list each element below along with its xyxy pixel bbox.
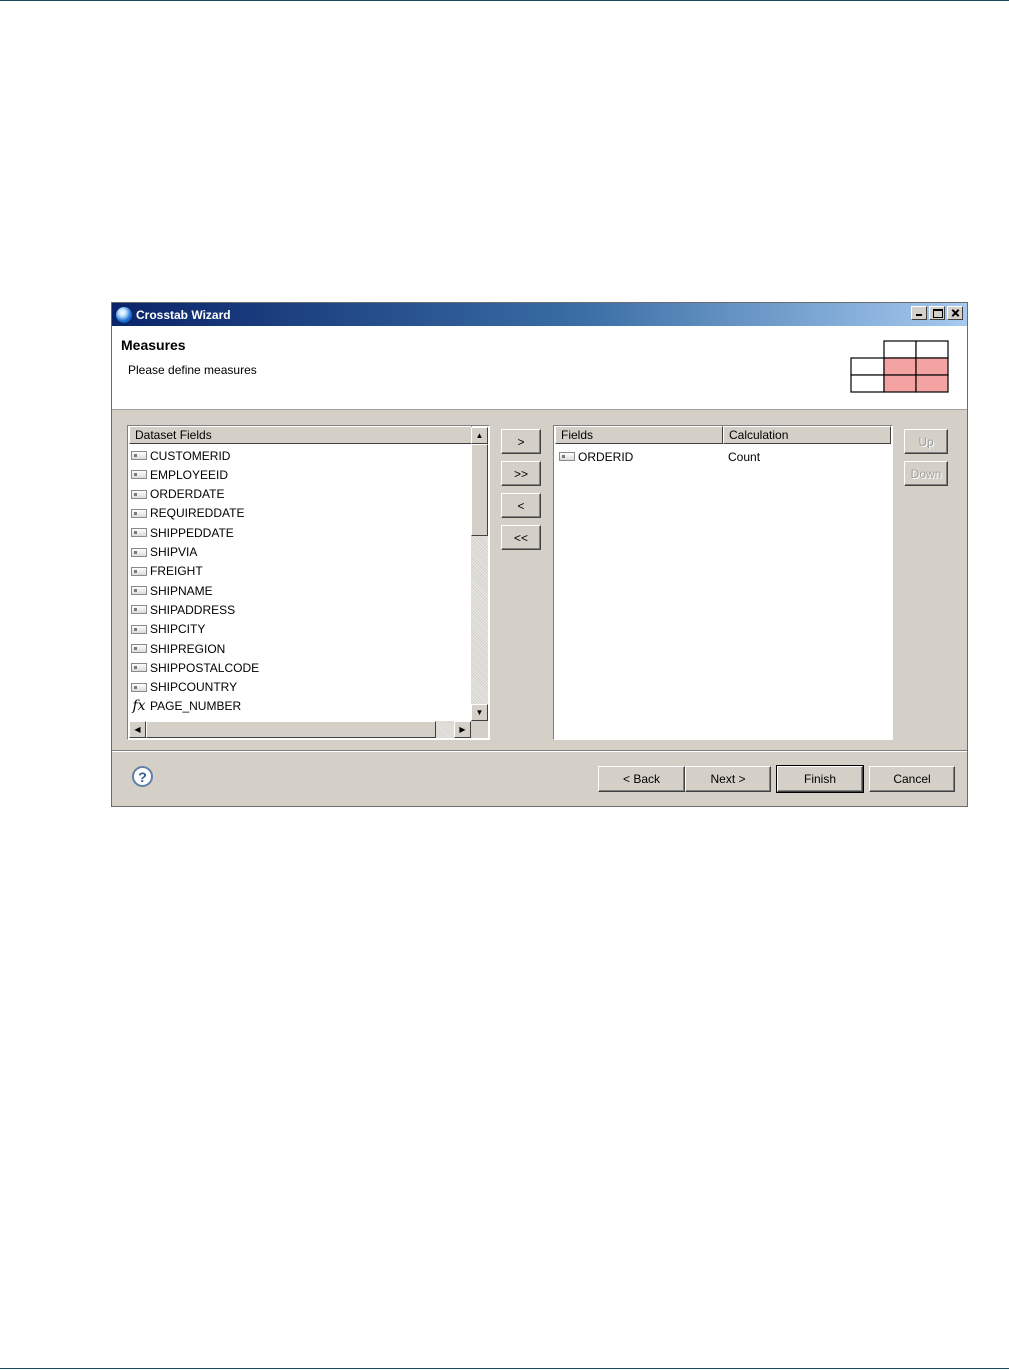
window-title: Crosstab Wizard [136,307,231,322]
list-item-label: REQUIREDDATE [150,506,245,521]
list-item[interactable]: CUSTOMERID [131,446,451,465]
fields-column-header[interactable]: Fields [555,426,723,444]
vertical-scroll-thumb[interactable] [471,444,488,536]
list-item-label: EMPLOYEEID [150,467,229,482]
help-icon[interactable]: ? [132,766,153,787]
measures-table[interactable]: Fields Calculation ORDERID Count [553,425,893,740]
list-item[interactable]: REQUIREDDATE [131,504,451,523]
minimize-button[interactable] [911,306,927,320]
list-item-label: ORDERDATE [150,487,225,502]
table-row[interactable]: ORDERID Count [559,447,889,466]
calculation-column-header[interactable]: Calculation [723,426,891,444]
field-icon [131,682,147,692]
crosstab-grid-icon [850,340,949,393]
dataset-fields-header[interactable]: Dataset Fields [129,426,472,444]
list-item-label: SHIPCOUNTRY [150,680,238,695]
cancel-button[interactable]: Cancel [869,766,955,792]
list-item[interactable]: FREIGHT [131,562,451,581]
app-icon [116,306,132,323]
page-top-rule [0,0,1009,1]
move-up-button[interactable]: Up [904,429,948,454]
field-icon [559,452,575,461]
list-item[interactable]: SHIPPOSTALCODE [131,658,451,677]
field-icon [131,489,147,499]
title-bar[interactable]: Crosstab Wizard [112,303,967,326]
add-all-fields-button[interactable]: >> [501,461,541,486]
list-item[interactable]: fx PAGE_NUMBER [131,697,451,716]
list-item[interactable]: SHIPREGION [131,639,451,658]
scroll-down-arrow-icon[interactable]: ▼ [471,704,488,721]
field-icon [131,547,147,557]
page-description: Please define measures [128,363,257,377]
dataset-fields-list[interactable]: Dataset Fields CUSTOMERID EMPLOYEEID ORDER… [127,425,490,740]
page-bottom-rule [0,1368,1009,1369]
list-item[interactable]: SHIPNAME [131,581,451,600]
next-button[interactable]: Next > [685,766,771,792]
list-item-label: PAGE_NUMBER [150,699,242,714]
field-icon [131,644,147,653]
list-item-label: SHIPPOSTALCODE [150,660,260,675]
back-button[interactable]: < Back [598,766,685,792]
field-icon [131,508,147,518]
measure-field: ORDERID [578,449,634,464]
list-item-label: SHIPADDRESS [150,602,236,617]
scroll-up-arrow-icon[interactable]: ▲ [471,427,488,444]
list-item[interactable]: SHIPCITY [131,620,451,639]
field-icon [131,470,147,480]
close-button[interactable] [947,306,963,320]
field-icon [131,586,147,596]
measure-calculation: Count [728,449,761,464]
field-icon [131,605,147,615]
list-item-label: SHIPREGION [150,641,226,656]
list-item-label: SHIPNAME [150,583,213,598]
field-icon [131,566,147,576]
horizontal-scroll-thumb[interactable] [146,721,436,738]
window-controls [909,306,963,320]
horizontal-scrollbar[interactable]: ◀ ▶ [129,721,471,738]
list-item-label: SHIPPEDDATE [150,525,234,540]
list-item[interactable]: EMPLOYEEID [131,465,451,484]
list-item-label: CUSTOMERID [150,448,231,463]
list-item[interactable]: SHIPPEDDATE [131,523,451,542]
fx-icon: fx [132,698,146,715]
page-title: Measures [121,337,186,353]
list-item-label: FREIGHT [150,564,203,579]
move-down-button[interactable]: Down [904,461,948,486]
scroll-left-arrow-icon[interactable]: ◀ [129,721,146,738]
footer-separator [112,750,967,752]
wizard-header: Measures Please define measures [112,326,967,410]
vertical-scrollbar[interactable]: ▲ ▼ [471,427,488,721]
maximize-button[interactable] [929,306,945,320]
list-item[interactable]: SHIPADDRESS [131,600,451,619]
scroll-right-arrow-icon[interactable]: ▶ [454,721,471,738]
list-item[interactable]: SHIPCOUNTRY [131,678,451,697]
list-item-label: SHIPCITY [150,622,206,637]
scrollbar-corner [471,721,488,738]
field-icon [131,624,147,634]
field-icon [131,663,147,673]
list-item-label: SHIPVIA [150,545,198,559]
finish-button[interactable]: Finish [776,765,864,793]
field-icon [131,451,147,460]
list-item[interactable]: SHIPVIA [131,543,451,562]
crosstab-wizard-dialog: Crosstab Wizard Measures Please define m… [111,302,968,807]
field-icon [131,528,147,538]
add-field-button[interactable]: > [501,429,541,454]
remove-all-fields-button[interactable]: << [501,525,541,550]
remove-field-button[interactable]: < [501,493,541,518]
list-item[interactable]: ORDERDATE [131,485,451,504]
